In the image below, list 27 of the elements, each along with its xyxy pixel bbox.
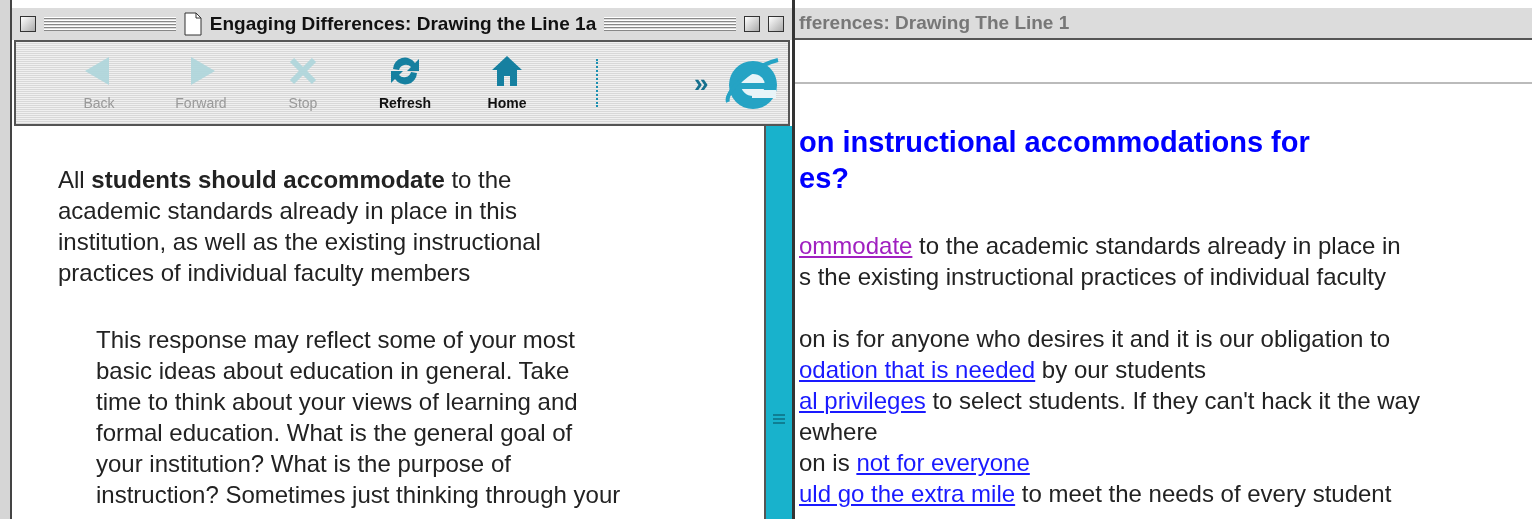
text-line: by our students [1040, 356, 1206, 383]
response-text: This response may reflect some of your most basic ideas about education in general. Take time to think about your views of learning and formal education. What is the general goal of your institution? What is the purpose of instruction? Sometimes just thinking through your [96, 325, 622, 510]
text-line: to the academic standards already in place in [918, 232, 1401, 259]
text-line: s the existing instructional practices of individual faculty [799, 262, 1387, 292]
page-heading: on instructional accommodations for es? [798, 125, 1311, 196]
text-line: ewhere [799, 417, 879, 447]
close-box[interactable] [20, 16, 36, 32]
link[interactable]: ommodate [799, 232, 913, 259]
link[interactable]: odation that is needed [799, 356, 1036, 383]
link[interactable]: al privileges [799, 387, 926, 414]
scrollbar-thumb[interactable] [764, 126, 792, 519]
window-title: fferences: Drawing The Line 1 [795, 8, 1532, 40]
collapse-box[interactable] [768, 16, 784, 32]
text-line: to select students. If they can't hack it the way [931, 387, 1420, 414]
document-icon [183, 12, 202, 36]
link[interactable]: uld go the extra mile [799, 480, 1016, 507]
grip-icon [773, 414, 785, 424]
home-button[interactable]: Home [456, 52, 558, 114]
statement-text: All students should accommodate to the academic standards already in place in this institution, as well as the existing instructional practices of individual faculty members [58, 165, 542, 288]
refresh-button[interactable]: Refresh [354, 52, 456, 114]
window-title: Engaging Differences: Drawing the Line 1a [209, 11, 597, 36]
overflow-button[interactable]: » [694, 70, 709, 96]
text-line: on is [799, 449, 851, 476]
text-line: to meet the needs of every student [1020, 480, 1392, 507]
link[interactable]: not for everyone [856, 449, 1030, 476]
text-line: on is for anyone who desires it and it is our obligation to [799, 324, 1391, 354]
zoom-box[interactable] [744, 16, 760, 32]
